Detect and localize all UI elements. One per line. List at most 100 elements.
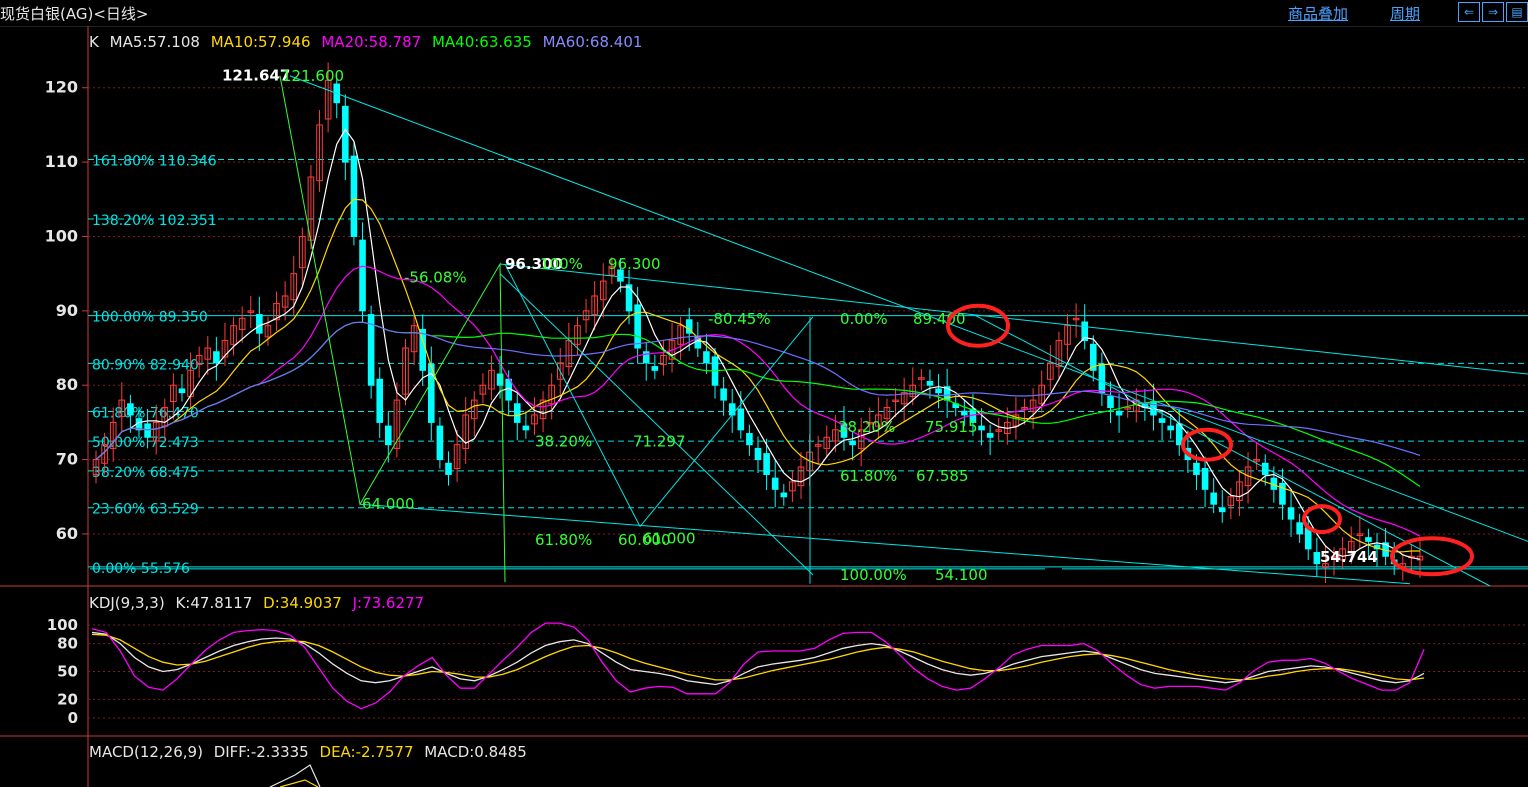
candle-body: [127, 403, 134, 416]
chart-annotation: -80.45%: [708, 310, 771, 328]
macd-dea-line: [279, 779, 319, 787]
candle-body: [376, 378, 384, 423]
trend-line: [289, 75, 1528, 542]
candle-body: [445, 462, 452, 475]
macd-legend: MACD(12,26,9) DIFF:-2.3335 DEA:-2.7577 M…: [89, 743, 533, 761]
macd-diff: DIFF:-2.3335: [213, 743, 309, 761]
trend-line: [499, 263, 1528, 375]
chart-annotation: 75.915: [925, 418, 978, 436]
candle-body: [522, 425, 530, 431]
chart-annotation: -56.08%: [404, 268, 467, 286]
candle-body: [1296, 522, 1303, 535]
chart-annotation: 0.00%: [840, 310, 888, 328]
fib-level-label: 100.00% 89.350: [92, 310, 208, 326]
main-y-tick-label: 80: [56, 375, 78, 394]
candle-body: [651, 366, 659, 371]
ma60-legend: MA60:68.401: [542, 33, 643, 51]
candle-body: [256, 314, 263, 334]
candle-body: [746, 433, 753, 446]
macd-name: MACD(12,26,9): [89, 743, 203, 761]
kdj-k-line: [91, 631, 1425, 686]
candle-body: [1098, 363, 1106, 394]
ma5-legend: MA5:57.108: [109, 33, 200, 51]
kdj-y-tick-label: 80: [57, 635, 78, 653]
chart-annotation: 61.000: [643, 529, 696, 547]
macd-dea: DEA:-2.7577: [319, 743, 414, 761]
candle-body: [728, 403, 736, 416]
chart-annotation: 121.647: [222, 66, 290, 84]
kdj-y-tick-label: 20: [57, 690, 78, 708]
candle-body: [754, 447, 762, 461]
candle-body: [737, 408, 745, 431]
candle-body: [935, 388, 942, 394]
ma10-legend: MA10:57.946: [210, 33, 311, 51]
main-y-tick-label: 90: [56, 301, 78, 320]
candle-body: [350, 155, 358, 237]
candle-body: [1115, 410, 1123, 416]
chart-annotation: 64.000: [362, 495, 415, 513]
candle-body: [978, 425, 985, 431]
candle-body: [1279, 482, 1286, 505]
kdj-j-line: [91, 622, 1425, 710]
candle-body: [634, 304, 641, 349]
chart-annotation: 67.585: [916, 467, 969, 485]
candle-body: [1158, 418, 1166, 423]
chart-annotation: 121.600: [282, 67, 344, 85]
candle-body: [720, 388, 727, 401]
candle-body: [1210, 492, 1217, 505]
chart-canvas: 120 110 100 90 80 70 60 161.80% 110.346 138.20% …: [0, 26, 1528, 787]
candle-body: [436, 425, 444, 461]
ma40-legend: MA40:63.635: [431, 33, 532, 51]
fib-level-label: 23.60% 63.529: [92, 502, 199, 518]
candle-body: [926, 380, 934, 386]
main-y-tick-label: 60: [56, 524, 78, 543]
k-legend: K: [89, 33, 99, 51]
ma-legend: K MA5:57.108 MA10:57.946 MA20:58.787 MA4…: [89, 33, 648, 51]
candle-body: [213, 351, 220, 364]
candle-body: [342, 105, 349, 163]
kdj-d-line: [91, 633, 1425, 681]
candle-body: [1365, 537, 1372, 542]
candle-body: [986, 433, 994, 438]
candle-body: [703, 351, 710, 364]
trend-line: [974, 314, 1491, 587]
fib-level-label: 161.80% 110.346: [92, 154, 217, 170]
candle-body: [1313, 552, 1321, 565]
chart-annotation: 54.100: [935, 566, 988, 584]
kdj-y-tick-label: 100: [47, 616, 78, 634]
chart-annotation: 96.300: [608, 255, 661, 273]
chart-annotation: 61.80%: [535, 531, 592, 549]
fib-level-label: 138.20% 102.351: [92, 213, 217, 229]
chart-annotation: 38.20%: [838, 418, 895, 436]
candle-body: [771, 477, 779, 490]
kdj-y-tick-label: 50: [57, 663, 78, 681]
candle-body: [1193, 462, 1200, 475]
kdj-j: J:73.6277: [352, 594, 425, 612]
candle-body: [1167, 425, 1174, 431]
main-y-tick-label: 70: [56, 450, 78, 469]
candle-body: [763, 453, 770, 475]
macd-value: MACD:0.8485: [424, 743, 527, 761]
kdj-legend: KDJ(9,3,3) K:47.8117 D:34.9037 J:73.6277: [89, 594, 430, 612]
candle-body: [178, 388, 186, 394]
main-y-tick-label: 120: [45, 78, 78, 97]
kdj-y-tick-label: 0: [68, 709, 78, 727]
candle-body: [780, 492, 788, 498]
ma20-line: [95, 265, 1421, 537]
candle-body: [1201, 468, 1209, 490]
candle-body: [359, 239, 366, 312]
chart-annotation: 54.744: [1320, 548, 1378, 566]
chart-annotation: 61.80%: [840, 467, 897, 485]
candle-body: [385, 425, 392, 446]
ma20-legend: MA20:58.787: [321, 33, 422, 51]
kdj-k: K:47.8117: [175, 594, 253, 612]
candle-body: [144, 423, 151, 438]
candle-body: [1287, 507, 1295, 520]
kdj-d: D:34.9037: [263, 594, 342, 612]
main-y-tick-label: 100: [45, 226, 78, 245]
chart-annotation: 38.20%: [535, 433, 592, 451]
candle-body: [961, 410, 968, 416]
candle-body: [1107, 395, 1114, 409]
candle-body: [849, 440, 856, 446]
chart-annotation: 71.297: [633, 433, 686, 451]
